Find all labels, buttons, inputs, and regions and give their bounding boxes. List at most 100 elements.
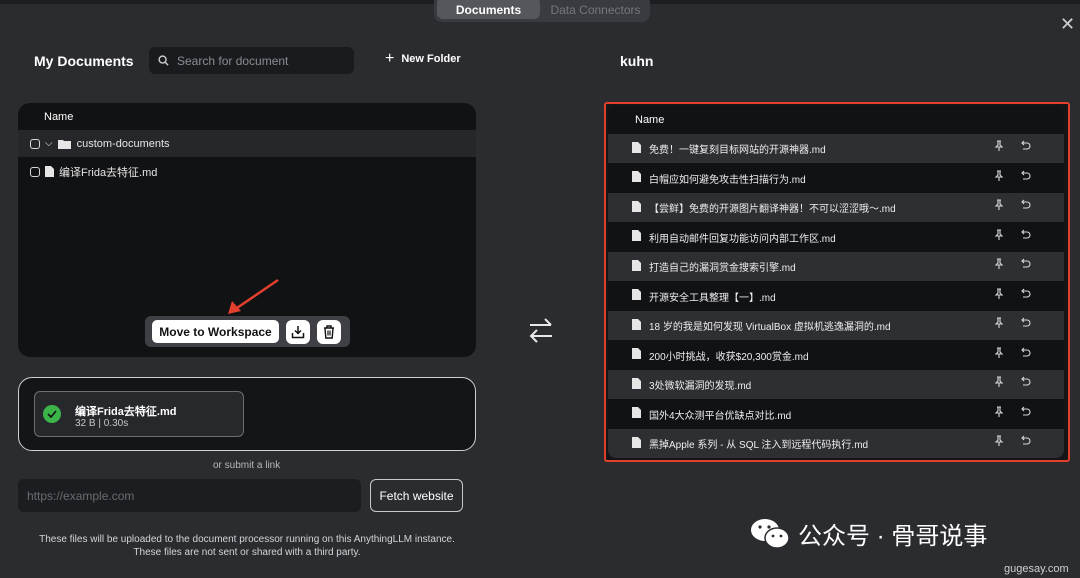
download-button[interactable] (286, 319, 310, 344)
undo-icon[interactable] (1019, 376, 1031, 391)
url-input[interactable] (18, 479, 361, 512)
workspace-file-row[interactable]: 18 岁的我是如何发现 VirtualBox 虚拟机逃逸漏洞的.md (608, 311, 1064, 340)
uploaded-file-name: 编译Frida去特征.md (75, 406, 177, 418)
document-icon (632, 348, 641, 362)
workspace-file-row[interactable]: 白帽应如何避免攻击性扫描行为.md (608, 164, 1064, 193)
pin-icon[interactable] (993, 346, 1005, 362)
delete-button[interactable] (317, 319, 341, 344)
workspace-file-row[interactable]: 【尝鲜】免费的开源图片翻译神器！不可以涩涩哦～.md (608, 193, 1064, 222)
workspace-file-name: 3处微软漏洞的发现.md (649, 381, 752, 392)
pin-icon[interactable] (993, 199, 1005, 214)
workspace-panel: Name 免费！一键复刻目标网站的开源神器.md 白帽应如何避免攻击性扫描行为.m… (604, 102, 1070, 462)
search-input[interactable] (177, 53, 347, 68)
watermark: 公众号 · 骨哥说事 (750, 516, 987, 551)
column-header-name: Name (44, 111, 74, 123)
workspace-file-row[interactable]: 200小时挑战，收获$20,300赏金.md (608, 341, 1064, 370)
checkbox[interactable] (30, 166, 40, 177)
workspace-file-name: 免费！一键复刻目标网站的开源神器.md (649, 145, 826, 156)
pin-icon[interactable] (993, 169, 1005, 185)
new-folder-button[interactable]: + New Folder (385, 50, 461, 67)
folder-icon (57, 139, 71, 149)
undo-icon[interactable] (1019, 435, 1031, 450)
undo-icon[interactable] (1019, 140, 1031, 155)
workspace-file-name: 18 岁的我是如何发现 VirtualBox 虚拟机逃逸漏洞的.md (649, 322, 891, 333)
workspace-file-name: 白帽应如何避免攻击性扫描行为.md (649, 174, 806, 186)
checkbox[interactable] (30, 138, 40, 149)
workspace-file-row[interactable]: 黑掉Apple 系列 - 从 SQL 注入到远程代码执行.md (608, 429, 1064, 458)
download-icon (291, 325, 305, 338)
workspace-file-name: 打造自己的漏洞赏金搜索引擎.md (649, 263, 796, 274)
document-icon (632, 171, 641, 185)
document-icon (45, 166, 54, 177)
undo-icon[interactable] (1019, 170, 1031, 185)
workspace-file-name: 利用自动邮件回复功能访问内部工作区.md (649, 233, 836, 245)
undo-icon[interactable] (1019, 406, 1031, 421)
trash-icon (324, 324, 334, 339)
workspace-file-row[interactable]: 开源安全工具整理【一】.md (608, 282, 1064, 311)
undo-icon[interactable] (1019, 317, 1031, 332)
upload-notice: These files will be uploaded to the docu… (18, 533, 476, 559)
document-icon (632, 318, 641, 333)
list-item-folder[interactable]: ⌵ custom-documents (18, 130, 476, 157)
pin-icon[interactable] (993, 376, 1005, 391)
workspace-file-row[interactable]: 国外4大众测平台优缺点对比.md (608, 400, 1064, 429)
workspace-list: Name 免费！一键复刻目标网站的开源神器.md 白帽应如何避免攻击性扫描行为.m… (608, 106, 1064, 458)
swap-arrows-icon[interactable] (527, 316, 555, 344)
or-submit-link-text: or submit a link (213, 460, 281, 471)
close-icon[interactable]: ✕ (1060, 14, 1075, 35)
watermark-text: 公众号 · 骨哥说事 (798, 523, 988, 550)
list-item-file[interactable]: 编译Frida去特征.md (18, 158, 476, 185)
wechat-icon (751, 518, 790, 549)
upload-dropzone[interactable]: 编译Frida去特征.md 32 B | 0.30s (18, 377, 476, 451)
search-icon (158, 55, 169, 66)
workspace-file-row[interactable]: 免费！一键复刻目标网站的开源神器.md (608, 134, 1064, 163)
pin-icon[interactable] (993, 258, 1005, 273)
document-icon (632, 377, 641, 392)
annotation-arrow (228, 278, 279, 314)
pin-icon[interactable] (993, 140, 1005, 155)
uploaded-file-meta: 32 B | 0.30s (75, 418, 129, 429)
document-icon (632, 436, 641, 451)
document-icon (632, 141, 641, 156)
workspace-file-row[interactable]: 3处微软漏洞的发现.md (608, 370, 1064, 399)
new-folder-label: New Folder (401, 53, 461, 65)
workspace-file-row[interactable]: 打造自己的漏洞赏金搜索引擎.md (608, 252, 1064, 281)
undo-icon[interactable] (1019, 288, 1031, 303)
folder-name: custom-documents (76, 137, 170, 150)
file-name: 编译Frida去特征.md (59, 166, 158, 179)
selection-toolbar: Move to Workspace (145, 316, 350, 347)
pin-icon[interactable] (993, 228, 1005, 244)
workspace-file-name: 【尝鲜】免费的开源图片翻译神器！不可以涩涩哦～.md (649, 204, 896, 215)
pin-icon[interactable] (993, 435, 1005, 450)
document-icon (632, 200, 641, 215)
my-documents-title: My Documents (34, 53, 134, 69)
pin-icon[interactable] (993, 405, 1005, 421)
column-header-name: Name (635, 114, 665, 126)
document-icon (632, 259, 641, 274)
move-to-workspace-button[interactable]: Move to Workspace (152, 320, 279, 343)
check-circle-icon (43, 405, 61, 423)
workspace-file-name: 黑掉Apple 系列 - 从 SQL 注入到远程代码执行.md (649, 440, 869, 451)
plus-icon: + (385, 50, 395, 67)
undo-icon[interactable] (1019, 347, 1031, 362)
fetch-website-button[interactable]: Fetch website (370, 479, 463, 512)
workspace-file-name: 国外4大众测平台优缺点对比.md (649, 410, 792, 422)
watermark-site: gugesay.com (1004, 563, 1069, 575)
tab-bar: Documents Data Connectors (434, 0, 650, 22)
workspace-file-name: 200小时挑战，收获$20,300赏金.md (649, 351, 809, 363)
search-box[interactable] (149, 47, 354, 74)
pin-icon[interactable] (993, 287, 1005, 303)
tab-data-connectors[interactable]: Data Connectors (544, 0, 647, 19)
pin-icon[interactable] (993, 317, 1005, 332)
workspace-file-row[interactable]: 利用自动邮件回复功能访问内部工作区.md (608, 223, 1064, 252)
document-icon (632, 407, 641, 421)
document-icon (632, 289, 641, 303)
tab-documents[interactable]: Documents (437, 0, 540, 19)
undo-icon[interactable] (1019, 258, 1031, 273)
workspace-file-name: 开源安全工具整理【一】.md (649, 292, 776, 304)
upload-notice-line: These files will be uploaded to the docu… (39, 534, 455, 545)
undo-icon[interactable] (1019, 229, 1031, 244)
chevron-down-icon[interactable]: ⌵ (45, 138, 53, 149)
workspace-title: kuhn (620, 53, 654, 69)
undo-icon[interactable] (1019, 199, 1031, 214)
